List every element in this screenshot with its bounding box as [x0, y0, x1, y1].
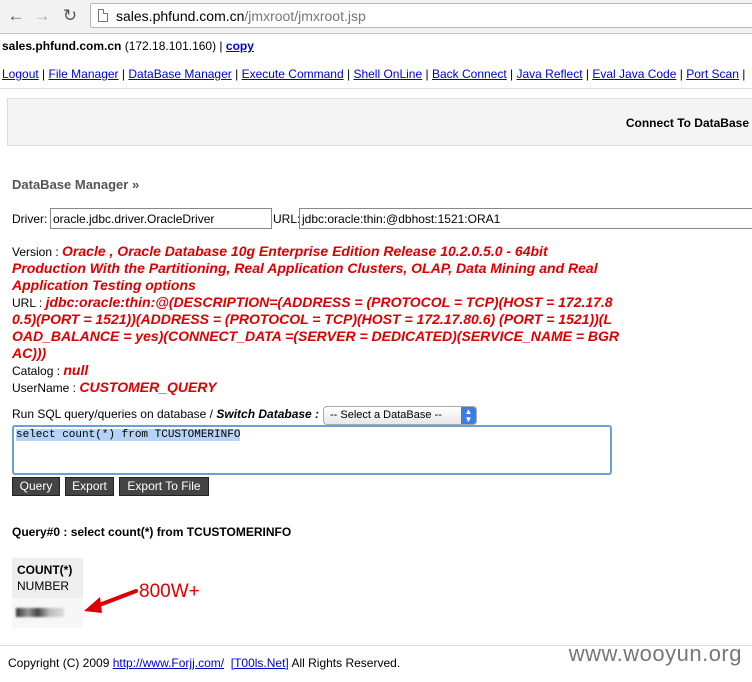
- result-table: COUNT(*) NUMBER: [12, 558, 83, 628]
- address-text: sales.phfund.com.cn/jmxroot/jmxroot.jsp: [116, 8, 366, 24]
- column-type: NUMBER: [17, 579, 70, 593]
- connect-to-database-title[interactable]: Connect To DataBase: [626, 116, 749, 130]
- footer-link-t00ls[interactable]: [T00ls.Net]: [231, 656, 289, 670]
- menu-java-reflect[interactable]: Java Reflect: [517, 67, 583, 81]
- table-row: [12, 598, 83, 628]
- version-label: Version :: [12, 245, 59, 259]
- username-label: UserName :: [12, 381, 77, 395]
- url-input[interactable]: jdbc:oracle:thin:@dbhost:1521:ORA1: [299, 208, 752, 229]
- main-menu: Logout | File Manager | DataBase Manager…: [2, 67, 746, 81]
- copy-link[interactable]: copy: [226, 39, 254, 53]
- menu-logout[interactable]: Logout: [2, 67, 39, 81]
- sql-query-text: select count(*) from TCUSTOMERINFO: [16, 429, 241, 441]
- menu-file-manager[interactable]: File Manager: [49, 67, 119, 81]
- reload-icon[interactable]: ↻: [60, 6, 80, 26]
- export-button[interactable]: Export: [65, 477, 114, 496]
- switch-database-label: Switch Database :: [216, 407, 320, 421]
- host-info: sales.phfund.com.cn (172.18.101.160) | c…: [2, 39, 254, 53]
- catalog-label: Catalog :: [12, 364, 61, 378]
- address-bar[interactable]: sales.phfund.com.cn/jmxroot/jmxroot.jsp: [90, 3, 752, 28]
- page-icon: [98, 9, 108, 22]
- menu-eval-java-code[interactable]: Eval Java Code: [592, 67, 676, 81]
- connect-bar: Connect To DataBase: [7, 98, 752, 146]
- footer-copyright: Copyright (C) 2009: [8, 656, 113, 670]
- url-label: URL:: [273, 212, 301, 226]
- sql-prompt: Run SQL query/queries on database / Swit…: [12, 407, 319, 421]
- footer: Copyright (C) 2009 http://www.Forjj.com/…: [8, 656, 400, 670]
- annotation-label: 800W+: [139, 581, 200, 602]
- watermark: www.wooyun.org: [568, 641, 742, 666]
- host-name: sales.phfund.com.cn: [2, 39, 122, 53]
- connection-row: Driver: oracle.jdbc.driver.OracleDriver …: [12, 208, 752, 230]
- sql-prompt-text: Run SQL query/queries on database /: [12, 407, 217, 421]
- chevron-updown-icon: ▲ ▼: [461, 407, 476, 424]
- username-value: CUSTOMER_QUERY: [79, 379, 217, 395]
- host-ip: (172.18.101.160) |: [121, 39, 226, 53]
- info-url-label: URL :: [12, 296, 43, 310]
- query-button[interactable]: Query: [12, 477, 60, 496]
- red-arrow-icon: [84, 589, 138, 613]
- sql-textarea[interactable]: select count(*) from TCUSTOMERINFO: [12, 425, 612, 475]
- menu-database-manager[interactable]: DataBase Manager: [128, 67, 231, 81]
- footer-rights: All Rights Reserved.: [288, 656, 401, 670]
- database-info: Version : Oracle , Oracle Database 10g E…: [12, 243, 622, 396]
- divider: [0, 88, 752, 89]
- column-header: COUNT(*): [17, 563, 73, 577]
- driver-label: Driver:: [12, 212, 48, 226]
- menu-port-scan[interactable]: Port Scan: [686, 67, 739, 81]
- driver-input[interactable]: oracle.jdbc.driver.OracleDriver: [50, 208, 272, 229]
- menu-back-connect[interactable]: Back Connect: [432, 67, 507, 81]
- catalog-value: null: [63, 362, 89, 378]
- arrow-left-icon[interactable]: ←: [6, 6, 26, 26]
- browser-toolbar: ← → ↻ sales.phfund.com.cn/jmxroot/jmxroo…: [0, 0, 752, 34]
- url-path: /jmxroot/jmxroot.jsp: [244, 8, 366, 24]
- redacted-value: [16, 608, 64, 617]
- info-url-value: jdbc:oracle:thin:@(DESCRIPTION=(ADDRESS …: [12, 294, 620, 361]
- export-to-file-button[interactable]: Export To File: [119, 477, 209, 496]
- query-result-title: Query#0 : select count(*) from TCUSTOMER…: [12, 525, 292, 539]
- menu-execute-command[interactable]: Execute Command: [242, 67, 344, 81]
- database-select[interactable]: -- Select a DataBase -- ▲ ▼: [323, 406, 477, 425]
- arrow-right-icon[interactable]: →: [32, 6, 52, 26]
- version-value: Oracle , Oracle Database 10g Enterprise …: [12, 243, 598, 293]
- menu-shell-online[interactable]: Shell OnLine: [353, 67, 422, 81]
- page-title: DataBase Manager »: [12, 177, 140, 192]
- url-host: sales.phfund.com.cn: [116, 8, 245, 24]
- footer-link-forjj[interactable]: http://www.Forjj.com/: [113, 656, 224, 670]
- database-select-value: -- Select a DataBase --: [330, 409, 442, 421]
